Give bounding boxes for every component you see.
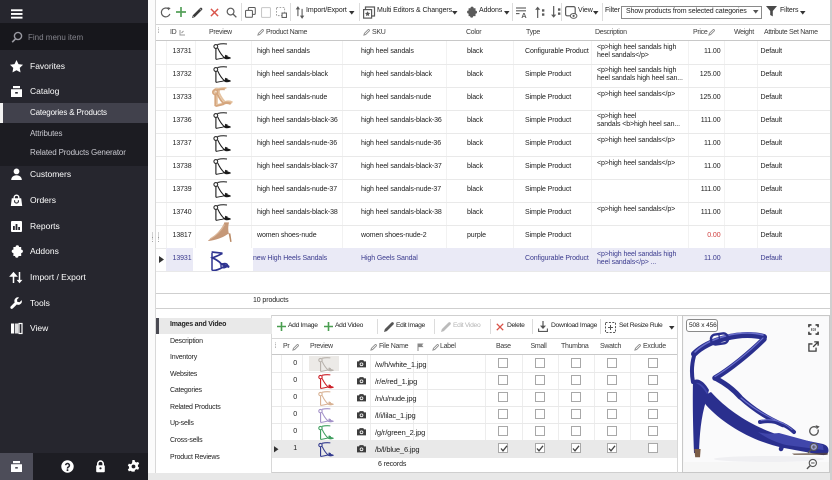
- svg-text:A: A: [521, 11, 527, 20]
